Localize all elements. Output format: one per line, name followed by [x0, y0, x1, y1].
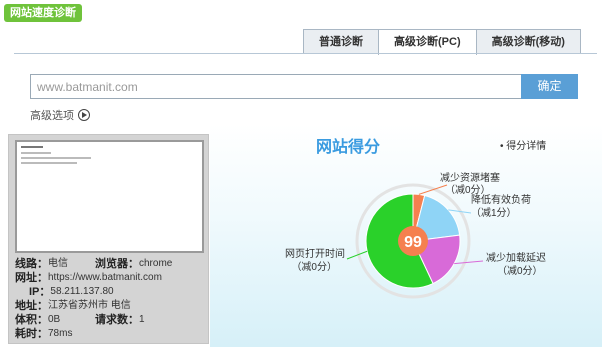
- address-label: 地址：: [15, 300, 48, 312]
- tab-advanced-mobile[interactable]: 高级诊断(移动): [475, 29, 581, 54]
- score-title: 网站得分: [316, 139, 381, 156]
- advanced-options[interactable]: 高级选项: [30, 108, 90, 122]
- browser-value: chrome: [139, 258, 173, 269]
- slice-deduct-2: （减0分）: [497, 265, 543, 277]
- slice-deduct-3: （减0分）: [291, 261, 337, 273]
- requests-label: 请求数：: [95, 314, 139, 326]
- pie-leader-line-2: [454, 260, 484, 265]
- slice-deduct-1: （减1分）: [471, 207, 517, 219]
- confirm-button[interactable]: 确定: [521, 74, 578, 99]
- play-icon: [78, 109, 90, 121]
- slice-label-0: 减少资源堵塞: [440, 171, 500, 184]
- requests-value: 1: [139, 314, 145, 325]
- score-value: 99: [404, 234, 422, 251]
- slice-label-2: 减少加载延迟: [486, 251, 546, 264]
- tab-basic[interactable]: 普通诊断: [303, 29, 379, 54]
- tab-divider: [14, 53, 597, 54]
- slice-label-1: 降低有效负荷: [471, 193, 531, 206]
- time-label: 耗时：: [15, 328, 48, 340]
- page-badge: 网站速度诊断: [4, 4, 82, 22]
- ip-label: IP：: [29, 286, 51, 298]
- size-value: 0B: [48, 314, 61, 325]
- slice-label-3: 网页打开时间: [285, 247, 345, 260]
- tab-advanced-pc[interactable]: 高级诊断(PC): [378, 29, 477, 55]
- url-value: https://www.batmanit.com: [48, 272, 162, 283]
- score-detail-label: 得分详情: [506, 141, 547, 152]
- url-input[interactable]: [30, 74, 521, 99]
- url-label: 网址：: [15, 272, 48, 284]
- page-thumbnail: [15, 140, 204, 253]
- size-label: 体积：: [15, 314, 48, 326]
- route-label: 线路：: [15, 258, 48, 270]
- time-value: 78ms: [48, 328, 73, 339]
- address-value: 江苏省苏州市 电信: [48, 300, 131, 311]
- ip-value: 58.211.137.80: [50, 286, 114, 297]
- score-pie-chart: 99 减少资源堵塞 （减0分） 降低有效负荷 （减1分） 减少加载延迟 （减0分…: [285, 171, 546, 299]
- browser-label: 浏览器：: [95, 258, 139, 270]
- advanced-options-label: 高级选项: [30, 110, 74, 122]
- diagnosis-tabs: 普通诊断 高级诊断(PC) 高级诊断(移动): [303, 29, 581, 55]
- site-info-panel: 线路： 电信 浏览器： chrome 网址： https://www.batma…: [8, 134, 209, 344]
- route-value: 电信: [48, 258, 68, 269]
- score-detail-link[interactable]: • 得分详情: [500, 137, 546, 152]
- site-info: 线路： 电信 浏览器： chrome 网址： https://www.batma…: [15, 257, 205, 341]
